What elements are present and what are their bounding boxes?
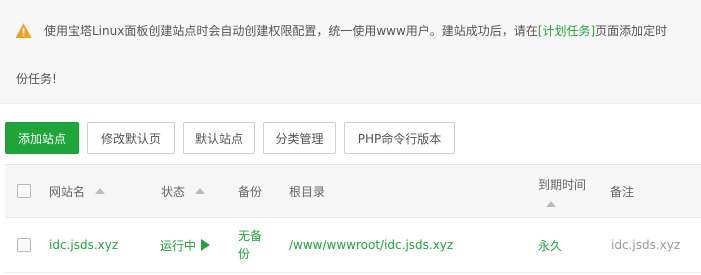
header-status-label: 状态: [161, 184, 186, 199]
notice-banner: 使用宝塔Linux面板创建站点时会自动创建权限配置，统一使用www用户。建站成功…: [0, 0, 701, 104]
select-all-checkbox[interactable]: [17, 184, 31, 198]
header-backup: 备份: [238, 165, 262, 217]
header-remark-label: 备注: [610, 184, 635, 199]
header-status[interactable]: 状态: [161, 165, 206, 217]
header-site-name[interactable]: 网站名: [49, 165, 106, 217]
notice-text-after: 页面添加定时: [595, 24, 668, 38]
php-cli-version-button[interactable]: PHP命令行版本: [344, 122, 455, 154]
remark-field[interactable]: idc.jsds.xyz: [611, 218, 680, 272]
sort-asc-icon[interactable]: [95, 188, 106, 194]
play-icon: [201, 239, 211, 251]
status-label: 运行中: [160, 238, 197, 253]
notice-text: 使用宝塔Linux面板创建站点时会自动创建权限配置，统一使用www用户。建站成功…: [44, 22, 667, 40]
table-row: idc.jsds.xyz 运行中 无备份 /www/wwwroot/idc.js…: [5, 218, 701, 273]
select-all-cell: [17, 165, 31, 217]
expire-time-link[interactable]: 永久: [538, 218, 562, 272]
site-name-link[interactable]: idc.jsds.xyz: [49, 218, 118, 272]
header-backup-label: 备份: [238, 184, 263, 199]
sites-table: 网站名 状态 备份 根目录 到期时间 备注 idc.jsds.xyz 运行中 无…: [5, 164, 701, 273]
category-manage-button[interactable]: 分类管理: [263, 122, 336, 154]
sort-asc-icon[interactable]: [195, 188, 206, 194]
default-site-button[interactable]: 默认站点: [183, 122, 255, 154]
backup-link[interactable]: 无备份: [238, 218, 272, 272]
row-select-cell: [17, 218, 31, 272]
header-root-dir: 根目录: [289, 165, 325, 217]
root-dir-link[interactable]: /www/wwwroot/idc.jsds.xyz: [289, 218, 453, 272]
edit-default-page-button[interactable]: 修改默认页: [87, 122, 175, 154]
header-site-name-label: 网站名: [49, 184, 86, 199]
sort-asc-icon[interactable]: [546, 200, 556, 207]
header-expire-time[interactable]: 到期时间: [538, 165, 586, 217]
row-checkbox[interactable]: [17, 238, 31, 252]
header-expire-time-label: 到期时间: [538, 177, 587, 192]
notice-text-line2: 份任务!: [16, 72, 57, 86]
warning-icon: [15, 23, 32, 38]
table-header: 网站名 状态 备份 根目录 到期时间 备注: [5, 164, 701, 218]
add-site-button[interactable]: 添加站点: [5, 122, 79, 154]
status-toggle[interactable]: 运行中: [160, 218, 211, 272]
cron-task-link[interactable]: [计划任务]: [538, 24, 595, 38]
toolbar: 添加站点 修改默认页 默认站点 分类管理 PHP命令行版本: [5, 122, 463, 154]
header-root-dir-label: 根目录: [289, 184, 326, 199]
notice-text-before: 使用宝塔Linux面板创建站点时会自动创建权限配置，统一使用www用户。建站成功…: [44, 24, 538, 38]
header-remark: 备注: [610, 165, 634, 217]
